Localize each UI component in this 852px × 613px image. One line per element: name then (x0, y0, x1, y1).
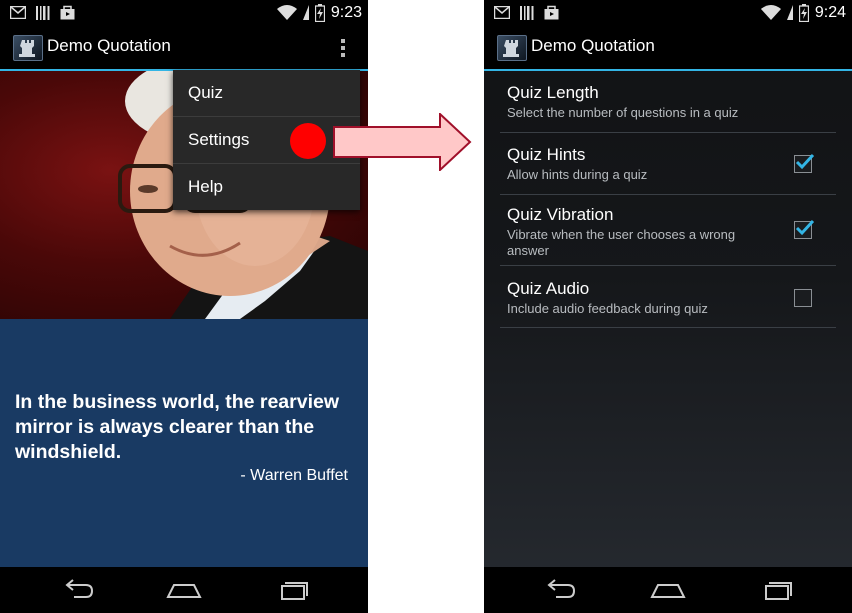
app-icon (13, 35, 43, 61)
gmail-icon (10, 6, 26, 19)
wifi-icon (760, 5, 781, 20)
pref-quiz-hints[interactable]: Quiz Hints Allow hints during a quiz (500, 133, 836, 195)
pref-title: Quiz Hints (507, 145, 586, 164)
battery-charging-icon (314, 3, 325, 22)
home-icon[interactable] (164, 577, 204, 603)
pref-summary: Allow hints during a quiz (507, 167, 648, 182)
app-title: Demo Quotation (531, 36, 655, 55)
navigation-bar (484, 567, 852, 613)
quote-text: In the business world, the rearview mirr… (15, 391, 340, 463)
chess-rook-icon (19, 40, 35, 57)
battery-charging-icon (798, 3, 809, 22)
gmail-icon (494, 6, 510, 19)
pref-title: Quiz Audio (507, 279, 590, 298)
phone-screen-settings: 9:24 Demo Quotation Quiz Length Select t… (484, 0, 852, 613)
phone-screen-main: 9:23 Demo Quotation In the business worl… (0, 0, 368, 613)
signal-icon (302, 5, 309, 20)
pref-summary: Vibrate when the user chooses a wrong an… (507, 227, 736, 258)
checkbox-icon[interactable] (794, 153, 815, 173)
checkbox-icon[interactable] (794, 289, 812, 307)
checkmark-icon (795, 219, 815, 236)
menu-item-help[interactable]: Help (173, 164, 360, 210)
overflow-menu: Quiz Settings Help (173, 70, 360, 210)
pref-title: Quiz Length (507, 83, 599, 102)
status-bar: 9:23 (0, 0, 368, 25)
pref-quiz-audio[interactable]: Quiz Audio Include audio feedback during… (500, 266, 836, 328)
barcode-icon (36, 5, 50, 20)
back-icon[interactable] (58, 577, 98, 603)
quote-panel: In the business world, the rearview mirr… (0, 319, 368, 567)
action-bar: Demo Quotation (484, 25, 852, 71)
transition-arrow (333, 113, 472, 171)
menu-item-settings[interactable]: Settings (173, 117, 360, 164)
recent-apps-icon[interactable] (272, 577, 312, 603)
menu-item-quiz[interactable]: Quiz (173, 70, 360, 117)
signal-icon (786, 5, 793, 20)
shopping-bag-icon (544, 5, 559, 20)
home-icon[interactable] (648, 577, 688, 603)
action-bar: Demo Quotation (0, 25, 368, 71)
overflow-menu-icon[interactable] (328, 35, 358, 61)
app-title: Demo Quotation (47, 36, 171, 55)
pref-title: Quiz Vibration (507, 205, 614, 224)
pref-summary: Include audio feedback during quiz (507, 301, 708, 316)
back-icon[interactable] (540, 577, 580, 603)
shopping-bag-icon (60, 5, 75, 20)
chess-rook-icon (503, 40, 519, 57)
status-time: 9:23 (330, 3, 362, 21)
recent-apps-icon[interactable] (756, 577, 796, 603)
app-icon (497, 35, 527, 61)
checkbox-icon[interactable] (794, 219, 815, 239)
pref-quiz-vibration[interactable]: Quiz Vibration Vibrate when the user cho… (500, 195, 836, 266)
quote-author: - Warren Buffet (240, 467, 348, 484)
click-marker (290, 123, 326, 159)
status-time: 9:24 (814, 3, 846, 21)
barcode-icon (520, 5, 534, 20)
status-bar: 9:24 (484, 0, 852, 25)
navigation-bar (0, 567, 368, 613)
settings-list: Quiz Length Select the number of questio… (500, 71, 836, 328)
wifi-icon (276, 5, 297, 20)
pref-quiz-length[interactable]: Quiz Length Select the number of questio… (500, 71, 836, 133)
pref-summary: Select the number of questions in a quiz (507, 105, 739, 120)
checkmark-icon (795, 153, 815, 170)
